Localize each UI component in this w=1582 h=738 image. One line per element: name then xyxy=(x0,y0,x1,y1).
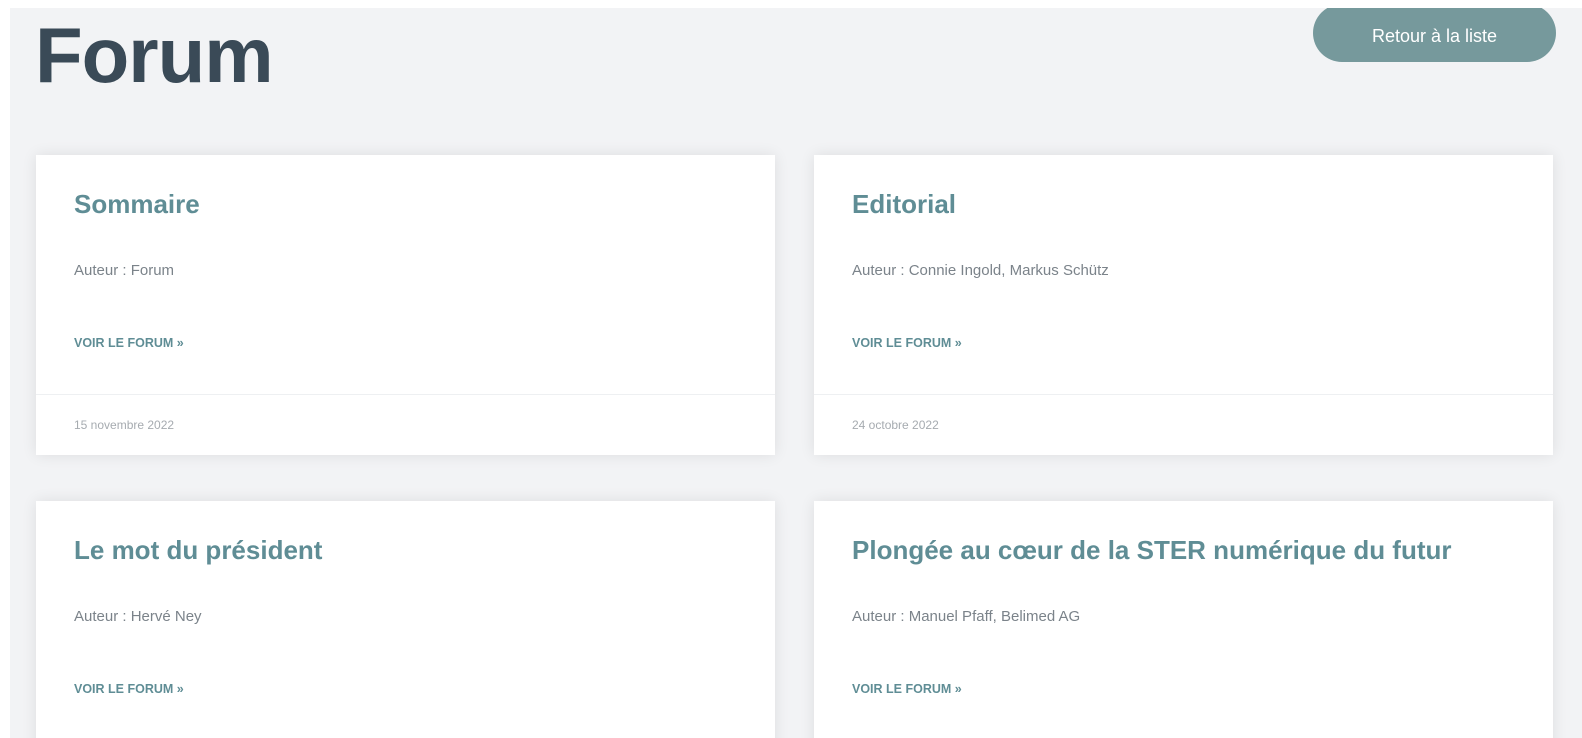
back-to-list-button[interactable]: Retour à la liste xyxy=(1313,8,1556,62)
page-title: Forum xyxy=(35,11,274,99)
view-forum-link[interactable]: VOIR LE FORUM » xyxy=(74,335,184,351)
article-author: Auteur : Manuel Pfaff, Belimed AG xyxy=(852,608,1081,625)
article-date: 15 novembre 2022 xyxy=(74,418,175,432)
article-card: Sommaire Auteur : Forum VOIR LE FORUM » … xyxy=(36,155,775,455)
article-title[interactable]: Plongée au cœur de la STER numérique du … xyxy=(852,534,1452,566)
article-card: Plongée au cœur de la STER numérique du … xyxy=(814,501,1553,738)
view-forum-link[interactable]: VOIR LE FORUM » xyxy=(852,335,962,351)
card-footer: 15 novembre 2022 xyxy=(36,394,775,455)
view-forum-link[interactable]: VOIR LE FORUM » xyxy=(852,681,962,697)
page-content: Forum Retour à la liste Sommaire Auteur … xyxy=(10,8,1582,738)
article-card: Editorial Auteur : Connie Ingold, Markus… xyxy=(814,155,1553,455)
view-forum-link[interactable]: VOIR LE FORUM » xyxy=(74,681,184,697)
article-author: Auteur : Forum xyxy=(74,262,175,279)
article-author: Auteur : Connie Ingold, Markus Schütz xyxy=(852,262,1109,279)
article-title[interactable]: Le mot du président xyxy=(74,534,322,566)
article-date: 24 octobre 2022 xyxy=(852,418,939,432)
article-author: Auteur : Hervé Ney xyxy=(74,608,202,625)
article-card: Le mot du président Auteur : Hervé Ney V… xyxy=(36,501,775,738)
article-title[interactable]: Sommaire xyxy=(74,188,200,220)
card-footer: 24 octobre 2022 xyxy=(814,394,1553,455)
article-title[interactable]: Editorial xyxy=(852,188,956,220)
